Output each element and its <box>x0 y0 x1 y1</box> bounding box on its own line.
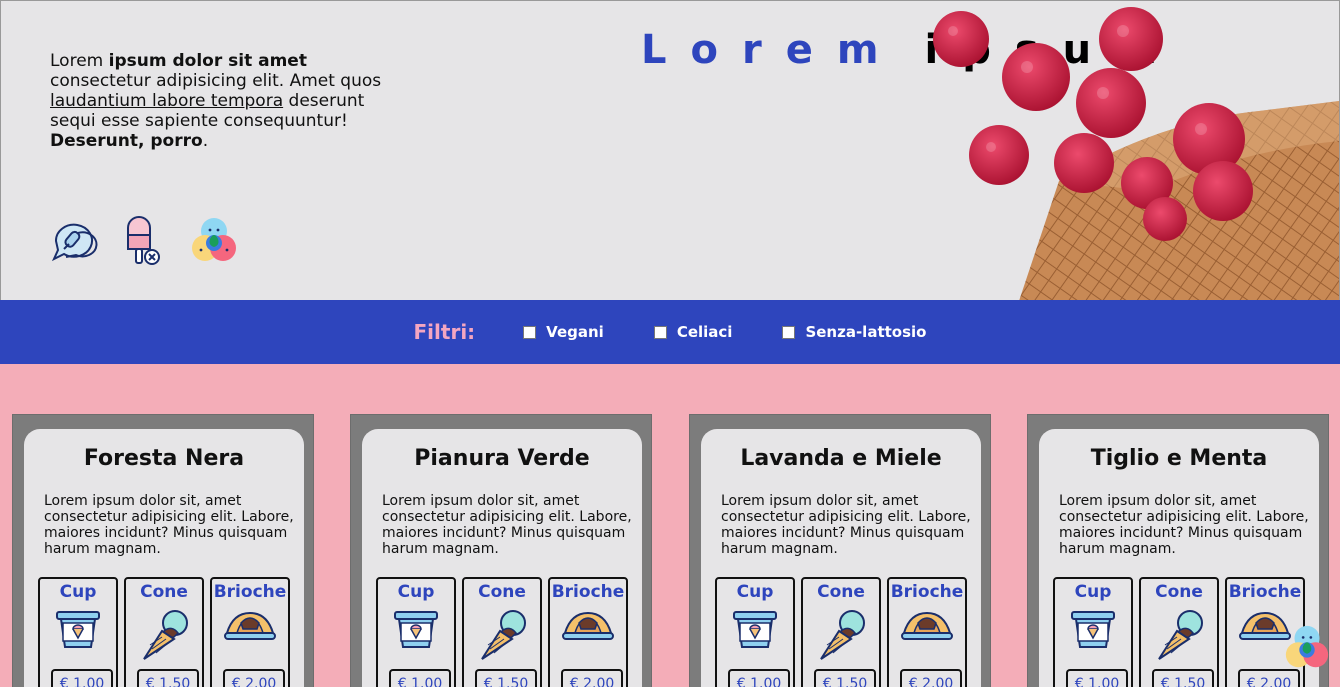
feature-icons <box>50 215 240 267</box>
ice-cream-scoops-icon[interactable] <box>1282 623 1332 677</box>
serving-options: Cup € 1.00 Cone € 1.50 Brioche € 2.00 <box>715 577 967 687</box>
flavor-cards: Foresta Nera Lorem ipsum dolor sit, amet… <box>0 364 1340 687</box>
intro-link[interactable]: laudantium labore tempora <box>50 91 283 111</box>
popsicle-remove-icon[interactable] <box>124 215 162 267</box>
option-cone[interactable]: Cone € 1.50 <box>462 577 542 687</box>
cone-icon <box>476 609 528 665</box>
price-tag: € 1.50 <box>1152 669 1214 687</box>
price-tag: € 2.00 <box>561 669 623 687</box>
flavor-card: Lavanda e Miele Lorem ipsum dolor sit, a… <box>689 414 991 687</box>
price-tag: € 1.50 <box>137 669 199 687</box>
cup-icon <box>393 609 439 655</box>
flavor-card: Foresta Nera Lorem ipsum dolor sit, amet… <box>12 414 314 687</box>
serving-options: Cup € 1.00 Cone € 1.50 Brioche € 2.00 <box>376 577 628 687</box>
hero-header: Lorem ipsum dolor sit amet consectetur a… <box>0 0 1340 300</box>
card-title: Tiglio e Menta <box>1090 446 1268 471</box>
filter-label: Filtri: <box>413 320 476 344</box>
filter-option-senza-lattosio[interactable]: Senza-lattosio <box>782 323 926 341</box>
card-title: Lavanda e Miele <box>740 446 942 471</box>
brioche-icon <box>900 609 954 647</box>
price-tag: € 1.50 <box>475 669 537 687</box>
option-brioche[interactable]: Brioche € 2.00 <box>210 577 290 687</box>
vegani-checkbox[interactable] <box>523 325 537 339</box>
filter-option-celiaci[interactable]: Celiaci <box>653 323 732 341</box>
cone-icon <box>1153 609 1205 665</box>
option-brioche[interactable]: Brioche € 2.00 <box>548 577 628 687</box>
cone-icon <box>815 609 867 665</box>
chat-popsicle-icon[interactable] <box>50 219 98 263</box>
card-title: Pianura Verde <box>414 446 590 471</box>
cup-icon <box>1070 609 1116 655</box>
card-title: Foresta Nera <box>83 446 245 471</box>
card-description: Lorem ipsum dolor sit, amet consectetur … <box>721 493 971 557</box>
senza-lattosio-checkbox[interactable] <box>782 325 796 339</box>
filter-option-vegani[interactable]: Vegani <box>523 323 604 341</box>
intro-text: Lorem ipsum dolor sit amet consectetur a… <box>50 51 382 151</box>
price-tag: € 1.50 <box>814 669 876 687</box>
price-tag: € 1.00 <box>51 669 113 687</box>
ice-cream-scoops-icon[interactable] <box>188 215 240 267</box>
serving-options: Cup € 1.00 Cone € 1.50 Brioche € 2.00 <box>38 577 290 687</box>
option-cup[interactable]: Cup € 1.00 <box>38 577 118 687</box>
celiaci-checkbox[interactable] <box>653 325 667 339</box>
brioche-icon <box>561 609 615 647</box>
price-tag: € 1.00 <box>389 669 451 687</box>
brioche-icon <box>223 609 277 647</box>
filter-bar: Filtri: Vegani Celiaci Senza-lattosio <box>0 300 1340 364</box>
price-tag: € 2.00 <box>900 669 962 687</box>
cup-icon <box>55 609 101 655</box>
cup-icon <box>732 609 778 655</box>
card-description: Lorem ipsum dolor sit, amet consectetur … <box>382 493 632 557</box>
option-cup[interactable]: Cup € 1.00 <box>715 577 795 687</box>
cone-icon <box>138 609 190 665</box>
price-tag: € 2.00 <box>223 669 285 687</box>
flavor-card: Pianura Verde Lorem ipsum dolor sit, ame… <box>350 414 652 687</box>
option-cone[interactable]: Cone € 1.50 <box>1139 577 1219 687</box>
serving-options: Cup € 1.00 Cone € 1.50 Brioche € 2.00 <box>1053 577 1305 687</box>
card-description: Lorem ipsum dolor sit, amet consectetur … <box>1059 493 1309 557</box>
price-tag: € 1.00 <box>1066 669 1128 687</box>
intro-bold: ipsum dolor sit amet <box>108 51 307 71</box>
option-cup[interactable]: Cup € 1.00 <box>376 577 456 687</box>
option-cone[interactable]: Cone € 1.50 <box>801 577 881 687</box>
option-cone[interactable]: Cone € 1.50 <box>124 577 204 687</box>
price-tag: € 1.00 <box>728 669 790 687</box>
option-brioche[interactable]: Brioche € 2.00 <box>887 577 967 687</box>
card-description: Lorem ipsum dolor sit, amet consectetur … <box>44 493 294 557</box>
raspberry-waffle-cone-image <box>919 1 1339 300</box>
title-word-1: Lorem <box>641 27 903 73</box>
option-cup[interactable]: Cup € 1.00 <box>1053 577 1133 687</box>
